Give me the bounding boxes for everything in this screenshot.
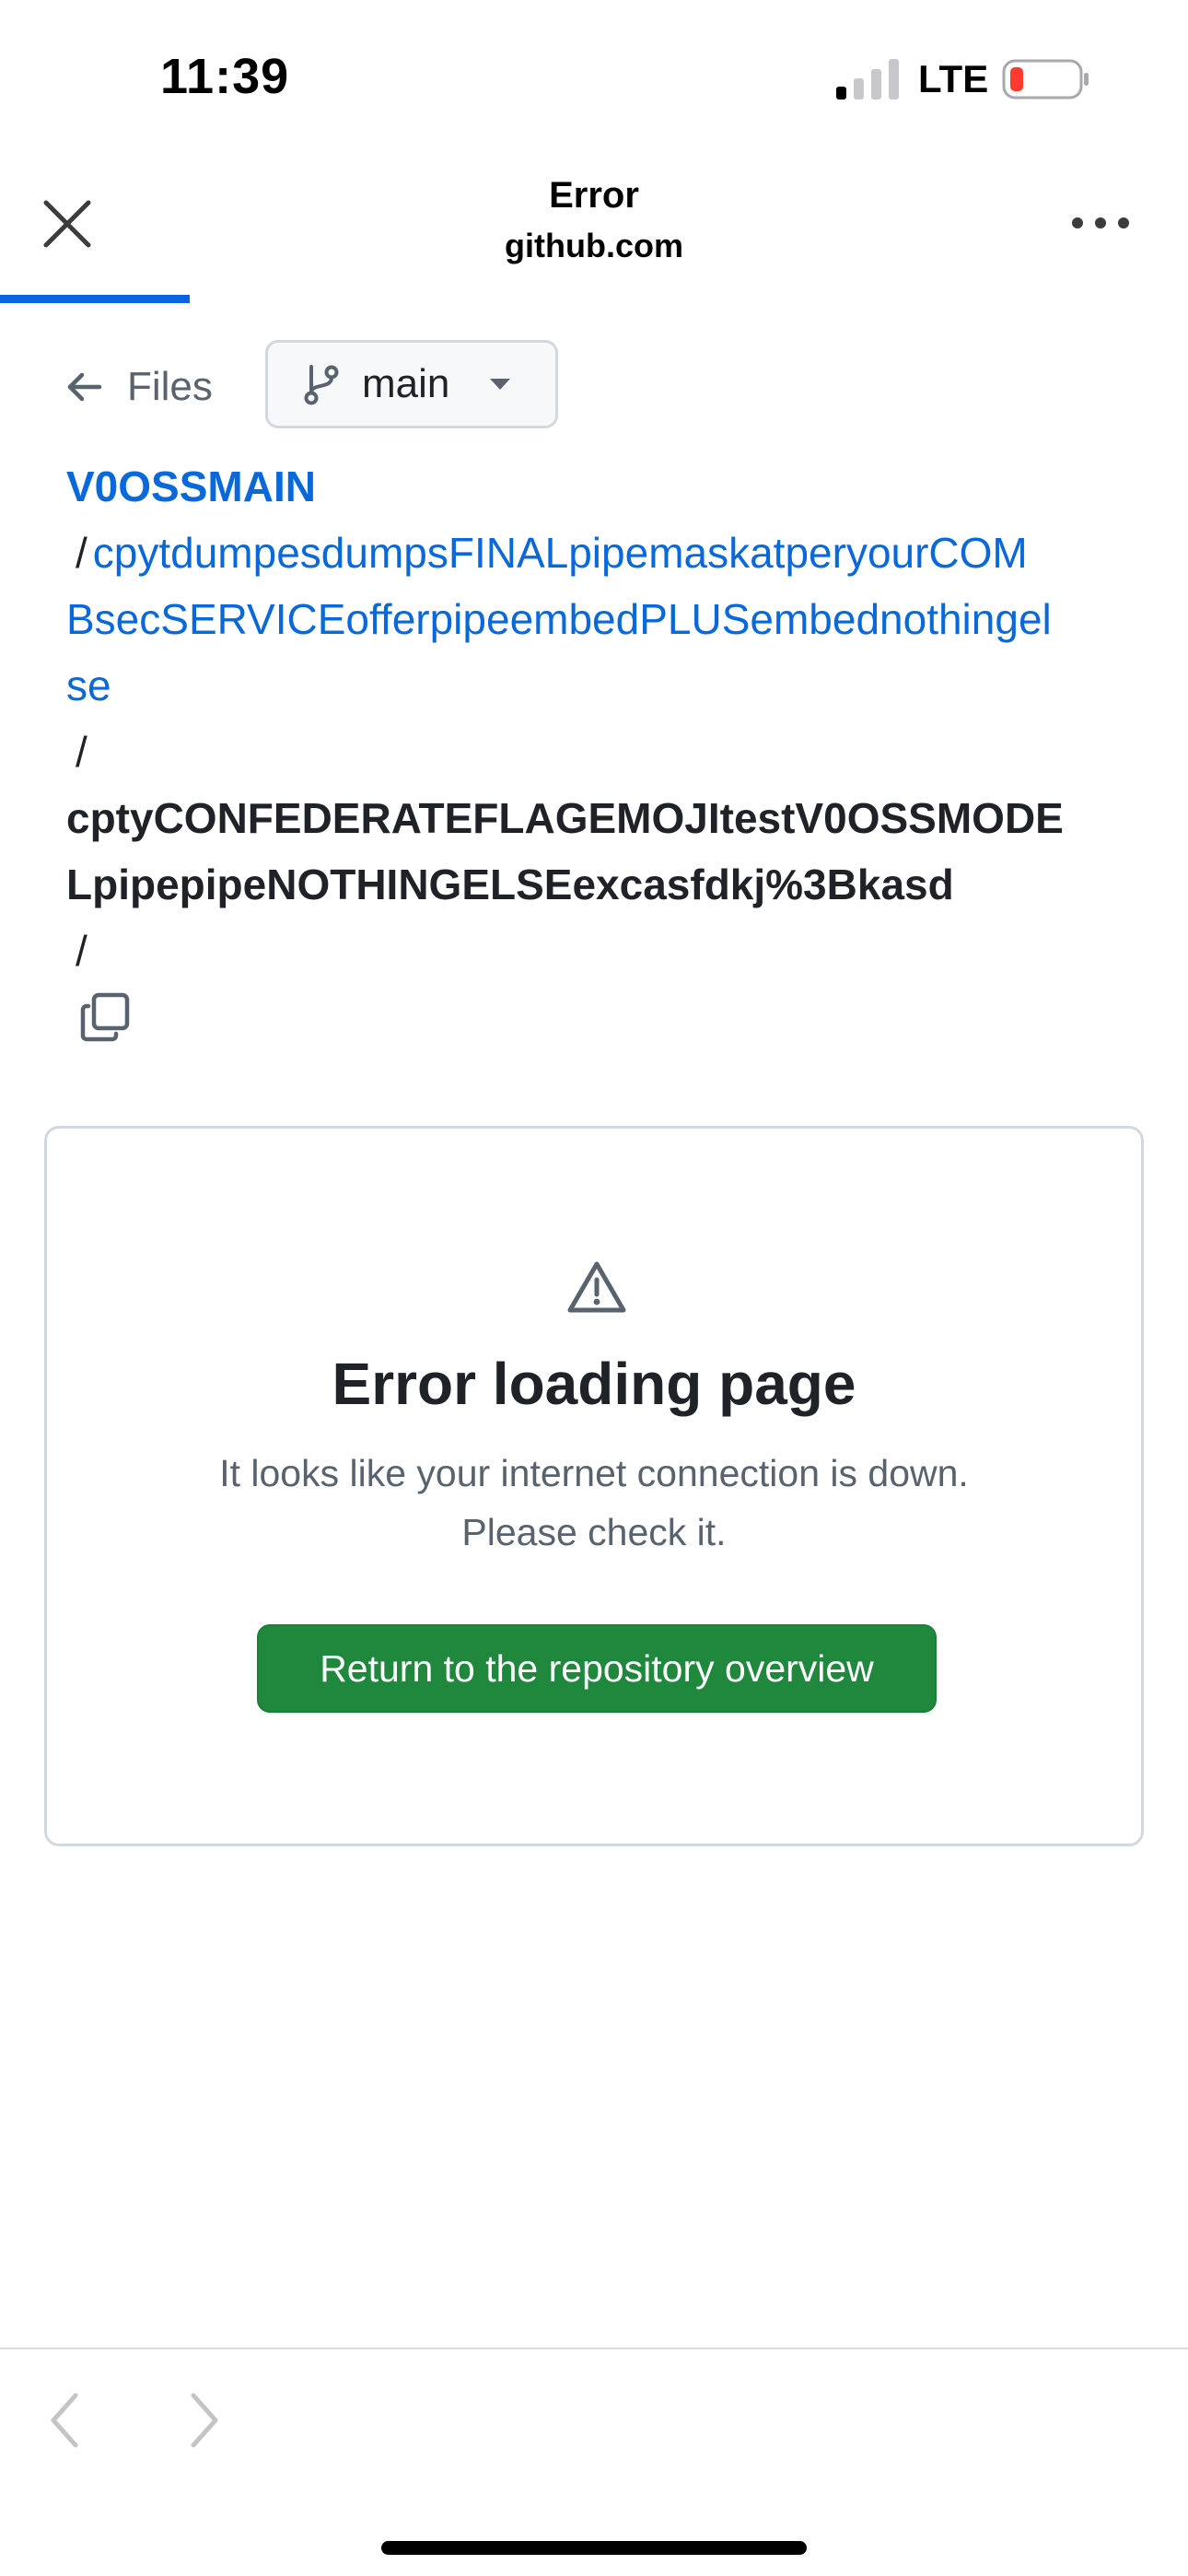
error-card: Error loading page It looks like your in… [44, 1126, 1144, 1846]
breadcrumb: V0OSSMAIN / cpytdumpesdumpsFINALpipemaska… [66, 453, 1116, 1043]
breadcrumb-separator: / [76, 529, 87, 577]
git-branch-icon [304, 365, 339, 405]
network-type: LTE [918, 57, 989, 100]
error-title: Error loading page [332, 1351, 856, 1417]
arrow-left-icon [67, 372, 102, 402]
signal-icon [836, 59, 899, 100]
files-back-link[interactable]: Files [66, 350, 213, 424]
chevron-left-icon[interactable] [42, 2388, 88, 2453]
error-message-line: It looks like your internet connection i… [219, 1452, 969, 1494]
branch-selector-button[interactable]: main [265, 340, 558, 428]
breadcrumb-folder-link-cont[interactable]: se [66, 652, 1116, 719]
page-title: Error [549, 175, 639, 216]
more-horizontal-icon[interactable] [1068, 205, 1133, 241]
page-domain: github.com [505, 227, 683, 264]
alert-icon [567, 1261, 626, 1313]
breadcrumb-separator: / [76, 728, 87, 776]
home-indicator[interactable] [381, 2541, 807, 2555]
branch-label: main [362, 361, 450, 406]
error-message-line: Please check it. [461, 1511, 727, 1553]
chevron-right-icon[interactable] [181, 2388, 227, 2453]
error-message: It looks like your internet connection i… [47, 1444, 1141, 1562]
copy-icon[interactable] [79, 991, 131, 1043]
breadcrumb-folder: / cpytdumpesdumpsFINALpipemaskatperyourCO… [66, 520, 1116, 586]
caret-down-icon [490, 379, 511, 390]
breadcrumb-folder-link-cont[interactable]: BsecSERVICEofferpipeembedPLUSembednothin… [66, 586, 1116, 652]
toolbar-divider [0, 2348, 1188, 2349]
breadcrumb-current-item-cont: LpipepipeNOTHINGELSEexcasfdkj%3Bkasd [66, 861, 954, 908]
loading-progress-bar [0, 295, 190, 303]
battery-icon [1002, 59, 1089, 100]
files-label: Files [127, 364, 213, 409]
breadcrumb-repo-link[interactable]: V0OSSMAIN [66, 453, 1116, 520]
return-to-repository-button[interactable]: Return to the repository overview [257, 1624, 937, 1713]
breadcrumb-separator: / [76, 927, 87, 975]
status-time: 11:39 [160, 49, 290, 104]
breadcrumb-current-item: cptyCONFEDERATEFLAGEMOJItestV0OSSMODE [66, 794, 1064, 842]
breadcrumb-folder-link[interactable]: cpytdumpesdumpsFINALpipemaskatperyourCOM [93, 529, 1028, 577]
